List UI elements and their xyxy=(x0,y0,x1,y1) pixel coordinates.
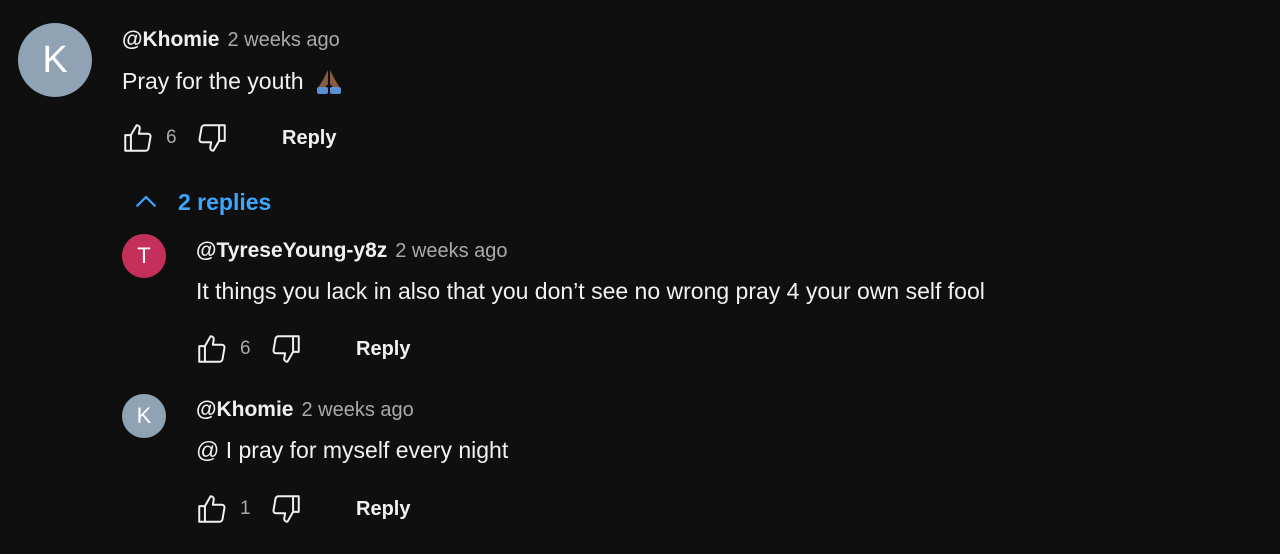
folded-hands-icon xyxy=(314,66,344,96)
reply-text-content: It things you lack in also that you don’… xyxy=(196,278,985,304)
replies-toggle-button[interactable]: 2 replies xyxy=(128,182,271,222)
like-button[interactable] xyxy=(192,329,232,369)
reply-button[interactable]: Reply xyxy=(356,338,410,361)
replies-toggle-label: 2 replies xyxy=(178,188,272,215)
dislike-button[interactable] xyxy=(266,329,306,369)
like-count: 6 xyxy=(166,127,177,148)
thumbs-down-icon xyxy=(198,124,226,152)
reply-text: It things you lack in also that you don’… xyxy=(196,278,985,305)
avatar[interactable]: K xyxy=(122,394,166,438)
avatar[interactable]: T xyxy=(122,234,166,278)
comment-header: @Khomie 2 weeks ago xyxy=(122,28,340,52)
reply-author[interactable]: @Khomie xyxy=(196,398,293,422)
comment-text: Pray for the youth xyxy=(122,66,344,96)
like-count: 1 xyxy=(240,498,251,519)
reply-header: @Khomie 2 weeks ago xyxy=(196,398,414,422)
reply-toolbar: 1 Reply xyxy=(192,489,410,529)
reply-button[interactable]: Reply xyxy=(282,127,336,150)
reply-author[interactable]: @TyreseYoung-y8z xyxy=(196,239,387,263)
thumbs-up-icon xyxy=(198,495,226,523)
comment-toolbar: 6 Reply xyxy=(118,118,336,158)
reply-header: @TyreseYoung-y8z 2 weeks ago xyxy=(196,239,508,263)
avatar-letter: K xyxy=(42,38,68,81)
comment-time[interactable]: 2 weeks ago xyxy=(227,29,339,52)
reply-button[interactable]: Reply xyxy=(356,498,410,521)
comment-text-content: Pray for the youth xyxy=(122,67,304,94)
like-button[interactable] xyxy=(192,489,232,529)
comment-author[interactable]: @Khomie xyxy=(122,28,219,52)
avatar[interactable]: K xyxy=(18,23,92,97)
like-button[interactable] xyxy=(118,118,158,158)
reply-text-content: @ I pray for myself every night xyxy=(196,437,509,463)
dislike-button[interactable] xyxy=(266,489,306,529)
thumbs-down-icon xyxy=(272,495,300,523)
chevron-up-icon xyxy=(128,184,164,220)
reply-toolbar: 6 Reply xyxy=(192,329,410,369)
avatar-letter: T xyxy=(137,243,151,268)
reply-time[interactable]: 2 weeks ago xyxy=(301,399,413,422)
reply-time[interactable]: 2 weeks ago xyxy=(395,240,507,263)
dislike-button[interactable] xyxy=(192,118,232,158)
thumbs-up-icon xyxy=(198,335,226,363)
reply-text: @ I pray for myself every night xyxy=(196,437,508,464)
like-count: 6 xyxy=(240,338,251,359)
avatar-letter: K xyxy=(136,403,152,428)
thumbs-down-icon xyxy=(272,335,300,363)
thumbs-up-icon xyxy=(124,124,152,152)
